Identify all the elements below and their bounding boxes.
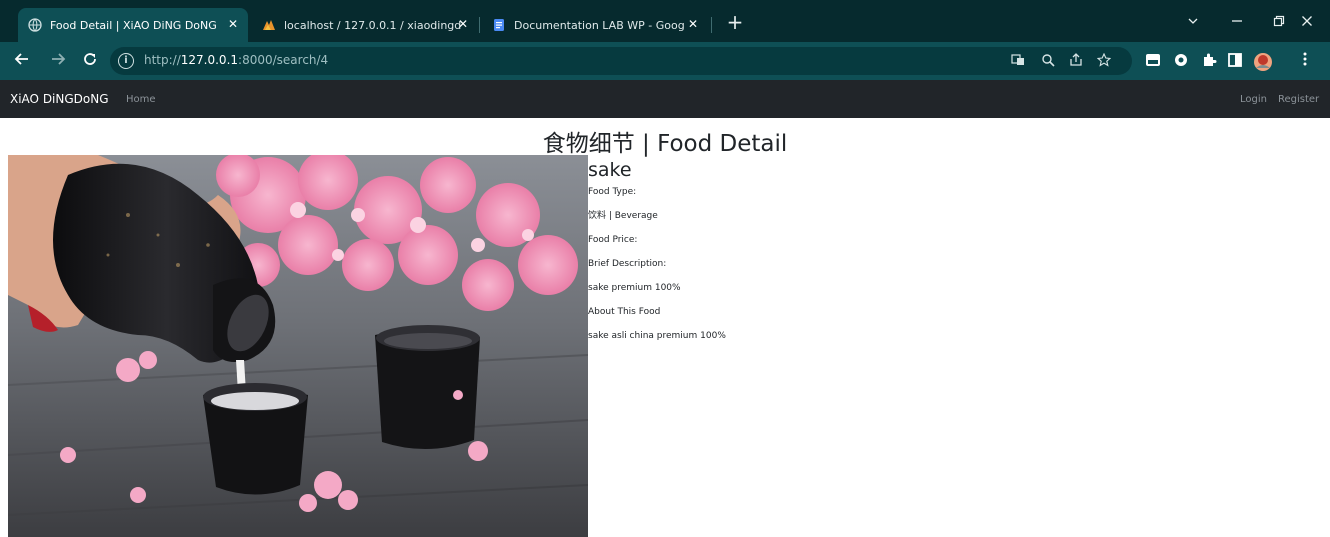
address-url: http://127.0.0.1:8000/search/4 bbox=[144, 53, 329, 67]
close-tab-icon[interactable]: ✕ bbox=[688, 17, 698, 31]
browser-menu-icon[interactable] bbox=[1296, 52, 1314, 70]
back-arrow-icon[interactable] bbox=[12, 51, 32, 71]
profile-avatar[interactable] bbox=[1253, 52, 1272, 71]
window-close-icon[interactable] bbox=[1284, 8, 1330, 34]
brief-description-label: Brief Description: bbox=[588, 259, 667, 269]
tab-title: Food Detail | XiAO DiNG DoNG bbox=[50, 18, 217, 32]
camera-extension-icon[interactable] bbox=[1172, 52, 1190, 70]
site-info-icon[interactable]: i bbox=[118, 53, 134, 69]
food-details: sake Food Type: 饮料 | Beverage Food Price… bbox=[588, 158, 988, 342]
nav-home-link[interactable]: Home bbox=[126, 94, 156, 105]
about-food-label: About This Food bbox=[588, 307, 661, 317]
food-image bbox=[8, 155, 588, 537]
site-navbar: XiAO DiNGDoNG Home Login Register bbox=[0, 80, 1330, 118]
translate-icon[interactable] bbox=[1010, 53, 1026, 69]
share-icon[interactable] bbox=[1068, 53, 1084, 69]
food-type-value: 饮料 | Beverage bbox=[588, 211, 658, 221]
globe-icon bbox=[28, 18, 42, 32]
about-food-value: sake asli china premium 100% bbox=[588, 331, 726, 341]
media-cast-icon[interactable] bbox=[1144, 52, 1162, 70]
side-panel-icon[interactable] bbox=[1226, 52, 1244, 70]
forward-arrow-icon[interactable] bbox=[48, 51, 68, 71]
close-tab-icon[interactable]: ✕ bbox=[228, 17, 238, 31]
nav-register-link[interactable]: Register bbox=[1278, 94, 1319, 105]
bookmark-star-icon[interactable] bbox=[1096, 52, 1112, 69]
reload-icon[interactable] bbox=[80, 51, 100, 71]
food-type-label: Food Type: bbox=[588, 187, 637, 197]
close-tab-icon[interactable]: ✕ bbox=[458, 17, 468, 31]
new-tab-button[interactable]: + bbox=[722, 10, 748, 36]
minimize-icon[interactable] bbox=[1214, 8, 1260, 34]
nav-login-link[interactable]: Login bbox=[1240, 94, 1267, 105]
tab-search-chevron-icon[interactable] bbox=[1170, 8, 1216, 34]
food-price-label: Food Price: bbox=[588, 235, 638, 245]
tab-title: localhost / 127.0.0.1 / xiaodingd bbox=[284, 18, 462, 32]
tab-separator bbox=[479, 17, 480, 33]
address-bar[interactable]: i http://127.0.0.1:8000/search/4 bbox=[110, 47, 1132, 75]
phpmyadmin-icon bbox=[262, 18, 276, 32]
extensions-puzzle-icon[interactable] bbox=[1200, 52, 1218, 70]
brief-description-value: sake premium 100% bbox=[588, 283, 681, 293]
tab-phpmyadmin[interactable]: localhost / 127.0.0.1 / xiaodingd ✕ bbox=[252, 8, 478, 42]
tab-food-detail[interactable]: Food Detail | XiAO DiNG DoNG ✕ bbox=[18, 8, 248, 42]
tab-google-docs[interactable]: Documentation LAB WP - Goog ✕ bbox=[482, 8, 708, 42]
tab-title: Documentation LAB WP - Goog bbox=[514, 18, 685, 32]
zoom-icon[interactable] bbox=[1040, 53, 1056, 69]
browser-tab-strip: Food Detail | XiAO DiNG DoNG ✕ localhost… bbox=[0, 0, 1330, 42]
browser-toolbar: i http://127.0.0.1:8000/search/4 bbox=[0, 42, 1330, 80]
google-docs-icon bbox=[492, 18, 506, 32]
site-brand[interactable]: XiAO DiNGDoNG bbox=[10, 92, 109, 106]
food-name: sake bbox=[588, 159, 632, 181]
page-title: 食物细节 | Food Detail bbox=[542, 131, 788, 157]
tab-separator bbox=[711, 17, 712, 33]
